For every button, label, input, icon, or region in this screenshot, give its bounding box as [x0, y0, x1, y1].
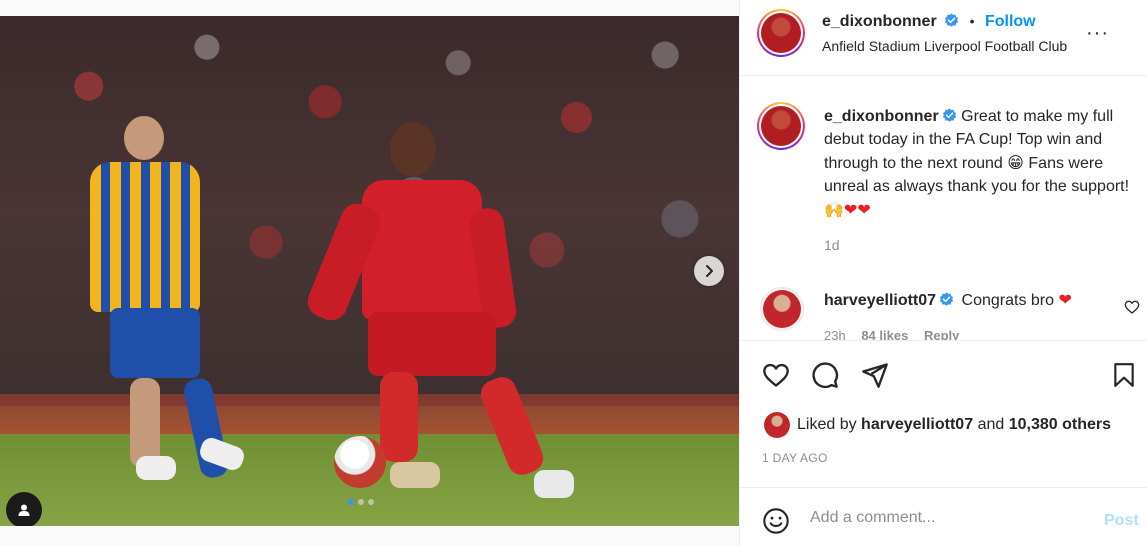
liked-by-row: Liked by harveyelliott07 and 10,380 othe… — [764, 412, 1111, 438]
commenter-avatar[interactable] — [760, 287, 804, 331]
author-avatar[interactable] — [757, 9, 805, 57]
liked-by-prefix: Liked by — [797, 416, 857, 433]
carousel-dot — [358, 499, 364, 505]
caption-and-comments: e_dixonbonner Great to make my full debu… — [740, 77, 1147, 340]
carousel-dot — [348, 499, 354, 505]
liker-avatar[interactable] — [764, 412, 790, 438]
paper-plane-icon[interactable] — [861, 361, 889, 389]
follow-button[interactable]: Follow — [985, 13, 1036, 30]
caption-username[interactable]: e_dixonbonner — [824, 108, 939, 125]
comment-item: harveyelliott07 Congrats bro ❤ 23h 84 li… — [740, 280, 1147, 340]
caption-age[interactable]: 1d — [824, 237, 840, 253]
red-heart-emoji: ❤ — [1058, 290, 1072, 309]
more-options-button[interactable]: ··· — [1086, 22, 1109, 45]
bookmark-icon[interactable] — [1111, 361, 1137, 389]
carousel-next-button[interactable] — [694, 256, 724, 286]
red-heart-emoji: ❤ — [843, 200, 858, 219]
player-shrewsbury — [74, 116, 247, 496]
caption: e_dixonbonner Great to make my full debu… — [824, 105, 1134, 222]
comment-meta: 23h 84 likes Reply — [824, 328, 959, 340]
grin-emoji: 😁 — [1007, 153, 1024, 172]
comment-reply[interactable]: Reply — [924, 328, 959, 340]
author-username[interactable]: e_dixonbonner — [822, 13, 937, 30]
football — [334, 436, 386, 488]
post-location[interactable]: Anfield Stadium Liverpool Football Club — [822, 38, 1067, 54]
add-comment-bar: Post — [740, 487, 1147, 546]
verified-badge-icon — [940, 292, 954, 306]
liked-by-user[interactable]: harveyelliott07 — [861, 416, 973, 434]
carousel-indicator — [348, 499, 374, 505]
post-comment-button[interactable]: Post — [1104, 512, 1139, 530]
liked-by-others[interactable]: 10,380 others — [1009, 416, 1111, 434]
post-header: e_dixonbonner • Follow Anfield Stadium L… — [740, 0, 1147, 76]
tagged-users-button[interactable] — [6, 492, 42, 526]
red-heart-emoji: ❤ — [857, 200, 871, 219]
action-bar — [740, 340, 1147, 400]
user-tag-icon — [18, 504, 30, 516]
comment-text: harveyelliott07 Congrats bro ❤ — [824, 290, 1072, 310]
post-date[interactable]: 1 DAY AGO — [762, 451, 828, 465]
commenter-username[interactable]: harveyelliott07 — [824, 292, 936, 309]
verified-badge-icon — [945, 13, 959, 27]
carousel-dot — [368, 499, 374, 505]
smiley-icon[interactable] — [762, 507, 790, 535]
separator-dot: • — [969, 13, 975, 29]
heart-icon[interactable] — [761, 361, 791, 389]
post-photo[interactable] — [0, 16, 739, 526]
comment-input[interactable] — [810, 505, 1090, 531]
liked-by-conjunction: and — [977, 416, 1005, 433]
comment-time[interactable]: 23h — [824, 328, 846, 340]
comment-bubble-icon[interactable] — [811, 361, 839, 389]
comment-likes[interactable]: 84 likes — [861, 328, 908, 340]
post-details-panel: e_dixonbonner • Follow Anfield Stadium L… — [739, 0, 1147, 546]
comment-body: Congrats bro — [961, 292, 1055, 309]
raised-hands-emoji: 🙌 — [824, 200, 844, 219]
heart-icon[interactable] — [1124, 299, 1140, 315]
verified-badge-icon — [942, 108, 956, 122]
chevron-right-icon — [706, 265, 713, 277]
caption-author-avatar[interactable] — [757, 102, 805, 150]
